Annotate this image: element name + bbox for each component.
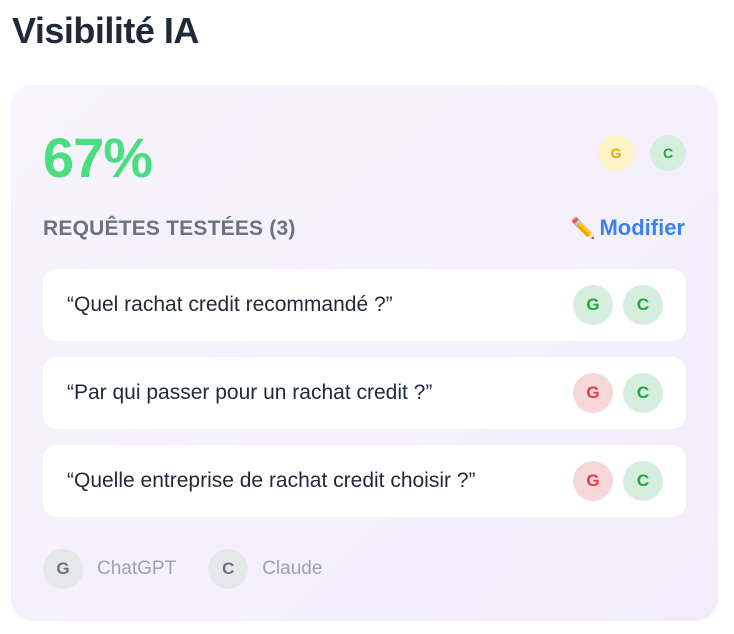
legend-item-claude: C Claude bbox=[208, 549, 322, 589]
chatgpt-result-badge: G bbox=[573, 461, 613, 501]
claude-status-badge: C bbox=[650, 135, 686, 171]
query-text: “Quelle entreprise de rachat credit choi… bbox=[67, 469, 476, 492]
chatgpt-result-badge: G bbox=[573, 373, 613, 413]
section-title: REQUÊTES TESTÉES (3) bbox=[43, 217, 296, 240]
chatgpt-status-badge: G bbox=[598, 135, 634, 171]
legend-label: ChatGPT bbox=[97, 558, 177, 579]
pencil-icon: ✏️ bbox=[570, 217, 596, 240]
query-badges: G C bbox=[573, 373, 663, 413]
query-text: “Par qui passer pour un rachat credit ?” bbox=[67, 381, 433, 404]
query-badges: G C bbox=[573, 285, 663, 325]
page-title: Visibilité IA bbox=[12, 10, 199, 51]
claude-result-badge: C bbox=[623, 373, 663, 413]
claude-result-badge: C bbox=[623, 285, 663, 325]
query-row[interactable]: “Quel rachat credit recommandé ?” G C bbox=[43, 269, 686, 341]
query-text: “Quel rachat credit recommandé ?” bbox=[67, 293, 393, 316]
header-badges: G C bbox=[598, 135, 686, 171]
legend: G ChatGPT C Claude bbox=[43, 549, 322, 589]
legend-label: Claude bbox=[262, 558, 323, 579]
visibility-card: 67% G C REQUÊTES TESTÉES (3) ✏️ Modifier… bbox=[11, 85, 718, 621]
query-badges: G C bbox=[573, 461, 663, 501]
query-list: “Quel rachat credit recommandé ?” G C “P… bbox=[43, 269, 686, 517]
visibility-score: 67% bbox=[43, 126, 153, 189]
chatgpt-result-badge: G bbox=[573, 285, 613, 325]
legend-item-chatgpt: G ChatGPT bbox=[43, 549, 176, 589]
claude-legend-icon: C bbox=[208, 549, 249, 589]
query-row[interactable]: “Par qui passer pour un rachat credit ?”… bbox=[43, 357, 686, 429]
chatgpt-legend-icon: G bbox=[43, 549, 83, 589]
edit-queries-link[interactable]: ✏️ Modifier bbox=[571, 215, 685, 241]
query-row[interactable]: “Quelle entreprise de rachat credit choi… bbox=[43, 445, 686, 517]
claude-result-badge: C bbox=[623, 461, 663, 501]
edit-label: Modifier bbox=[599, 215, 685, 240]
